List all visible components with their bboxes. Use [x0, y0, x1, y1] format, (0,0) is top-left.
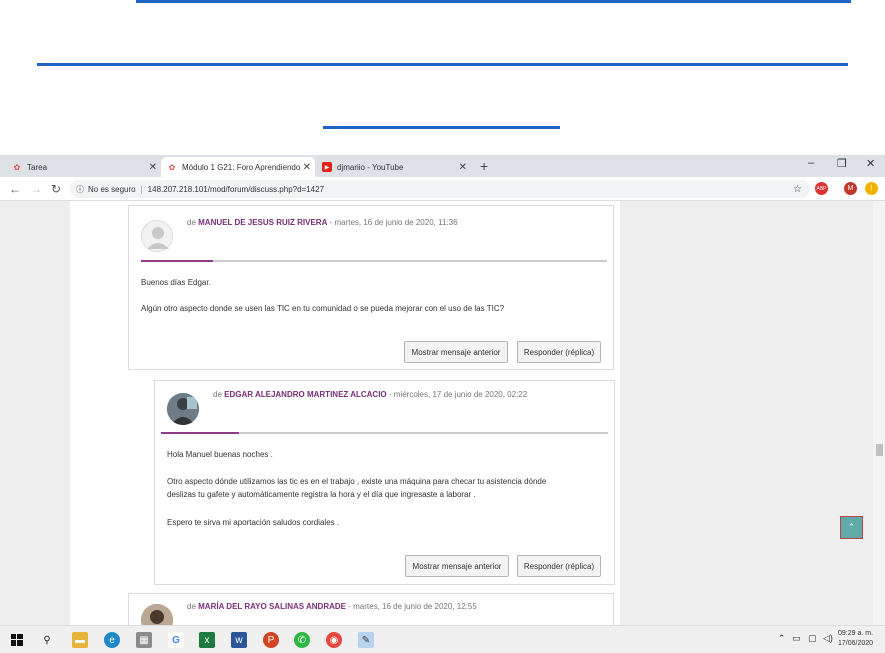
author-link[interactable]: MARÍA DEL RAYO SALINAS ANDRADE	[198, 602, 346, 611]
tab-tarea[interactable]: ✿ Tarea ✕	[6, 157, 161, 177]
close-window-button[interactable]: ✕	[866, 157, 875, 170]
reply-button[interactable]: Responder (réplica)	[517, 341, 601, 363]
user-photo-icon	[141, 604, 173, 625]
blue-rule-2	[37, 63, 848, 66]
clock-date: 17/06/2020	[838, 640, 874, 647]
minimize-button[interactable]: –	[808, 157, 814, 169]
google-icon[interactable]: G	[168, 632, 184, 648]
search-icon[interactable]: ⚲	[39, 632, 55, 648]
page-scrollbar[interactable]	[873, 201, 885, 625]
post-byline: de EDGAR ALEJANDRO MARTINEZ ALCACIO - mi…	[213, 390, 527, 399]
avatar[interactable]	[141, 604, 173, 625]
tab-bar: ✿ Tarea ✕ ✿ Módulo 1 G21: Foro Aprendien…	[0, 155, 885, 177]
tab-foro[interactable]: ✿ Módulo 1 G21: Foro Aprendiendo ✕	[161, 157, 315, 177]
close-icon[interactable]: ✕	[303, 162, 311, 173]
default-user-icon	[147, 227, 169, 249]
file-explorer-icon[interactable]: ▬	[72, 632, 88, 648]
system-clock[interactable]: 09:29 a. m. 17/06/2020	[838, 629, 873, 649]
back-to-top-button[interactable]: ⌃	[840, 516, 863, 539]
byline-prefix: de	[187, 218, 196, 227]
word-icon[interactable]: w	[231, 632, 247, 648]
post-byline: de MANUEL DE JESUS RUIZ RIVERA - martes,…	[187, 218, 458, 227]
youtube-icon: ▶	[322, 162, 332, 172]
byline-prefix: de	[213, 390, 222, 399]
page-viewport: de MANUEL DE JESUS RUIZ RIVERA - martes,…	[0, 201, 885, 625]
forum-post: de MANUEL DE JESUS RUIZ RIVERA - martes,…	[128, 205, 614, 370]
reply-button[interactable]: Responder (réplica)	[517, 555, 601, 577]
post-byline: de MARÍA DEL RAYO SALINAS ANDRADE - mart…	[187, 602, 477, 611]
new-tab-button[interactable]: +	[480, 158, 488, 174]
scrollbar-thumb[interactable]	[876, 444, 883, 456]
post-divider	[141, 260, 607, 262]
forum-post-reply: de EDGAR ALEJANDRO MARTINEZ ALCACIO - mi…	[154, 380, 615, 585]
show-previous-button[interactable]: Mostrar mensaje anterior	[404, 341, 508, 363]
avatar[interactable]	[167, 393, 199, 425]
chrome-icon[interactable]: ◉	[326, 632, 342, 648]
post-text-line: Espero te sirva mi aportación saludos co…	[167, 518, 340, 527]
tab-youtube[interactable]: ▶ djmariio - YouTube ✕	[316, 157, 471, 177]
security-label: No es seguro	[88, 184, 136, 194]
powerpoint-icon[interactable]: P	[263, 632, 279, 648]
tab-label: Módulo 1 G21: Foro Aprendiendo	[182, 162, 301, 172]
update-alert-icon[interactable]: !	[865, 182, 878, 195]
tab-label: Tarea	[27, 162, 48, 172]
byline-prefix: de	[187, 602, 196, 611]
post-text-line: Algún otro aspecto donde se usen las TIC…	[141, 304, 505, 313]
reload-icon[interactable]: ↻	[51, 182, 61, 196]
forum-content-column: de MANUEL DE JESUS RUIZ RIVERA - martes,…	[70, 201, 620, 625]
post-text-line: Otro aspecto dónde utilizamos las tic es…	[167, 477, 547, 486]
restore-button[interactable]: ❐	[837, 157, 847, 170]
show-previous-button[interactable]: Mostrar mensaje anterior	[405, 555, 509, 577]
display-icon[interactable]: ▢	[808, 633, 817, 644]
author-link[interactable]: MANUEL DE JESUS RUIZ RIVERA	[198, 218, 327, 227]
windows-start-icon[interactable]	[9, 632, 25, 648]
windows-taskbar: ⚲ ▬ e ▦ G x w P ✆ ◉ ✎ ⌃ ▭ ▢ ◁) 09:29 a. …	[0, 625, 885, 653]
clock-time: 09:29 a. m.	[838, 630, 874, 637]
volume-icon[interactable]: ◁)	[823, 633, 833, 644]
network-icon[interactable]: ▭	[792, 633, 801, 644]
browser-window: ✿ Tarea ✕ ✿ Módulo 1 G21: Foro Aprendien…	[0, 155, 885, 625]
forward-arrow-icon[interactable]: →	[30, 182, 42, 196]
excel-icon[interactable]: x	[199, 632, 215, 648]
close-icon[interactable]: ✕	[149, 162, 157, 173]
blue-rule-1	[136, 0, 851, 3]
forum-post: de MARÍA DEL RAYO SALINAS ANDRADE - mart…	[128, 593, 614, 625]
post-text-line: deslizas tu gafete y automáticamente reg…	[167, 490, 476, 499]
chevron-up-icon: ⌃	[847, 522, 856, 532]
blue-rule-3	[323, 126, 560, 129]
separator: |	[140, 184, 143, 194]
post-text-line: Buenos días Edgar.	[141, 278, 211, 287]
close-icon[interactable]: ✕	[459, 162, 467, 173]
back-arrow-icon[interactable]: ←	[9, 182, 21, 196]
post-date: - martes, 16 de junio de 2020, 12:55	[348, 602, 477, 611]
paint-icon[interactable]: ✎	[358, 632, 374, 648]
post-date: - martes, 16 de junio de 2020, 11:36	[329, 218, 458, 227]
app-icon[interactable]: ▦	[136, 632, 152, 648]
whatsapp-icon[interactable]: ✆	[294, 632, 310, 648]
post-divider	[161, 432, 608, 434]
url-input[interactable]: ⓘ No es seguro | 148.207.218.101/mod/for…	[70, 180, 810, 198]
edge-browser-icon[interactable]: e	[104, 632, 120, 648]
profile-avatar[interactable]: M	[844, 182, 857, 195]
document-header-area	[0, 0, 885, 155]
url-text: 148.207.218.101/mod/forum/discuss.php?d=…	[147, 184, 325, 194]
moodle-icon: ✿	[168, 162, 176, 172]
user-photo-icon	[167, 393, 199, 425]
star-icon[interactable]: ☆	[793, 184, 802, 195]
moodle-icon: ✿	[13, 162, 21, 172]
post-text-line: Hola Manuel buenas noches .	[167, 450, 273, 459]
chevron-up-icon[interactable]: ⌃	[778, 633, 786, 644]
author-link[interactable]: EDGAR ALEJANDRO MARTINEZ ALCACIO	[224, 390, 387, 399]
address-bar-row: ← → ↻ ⓘ No es seguro | 148.207.218.101/m…	[0, 177, 885, 201]
extension-abp-icon[interactable]: ABP	[815, 182, 828, 195]
avatar[interactable]	[141, 220, 173, 252]
post-date: - miércoles, 17 de junio de 2020, 02:22	[388, 390, 528, 399]
info-icon[interactable]: ⓘ	[76, 184, 84, 195]
tab-label: djmariio - YouTube	[337, 162, 404, 172]
